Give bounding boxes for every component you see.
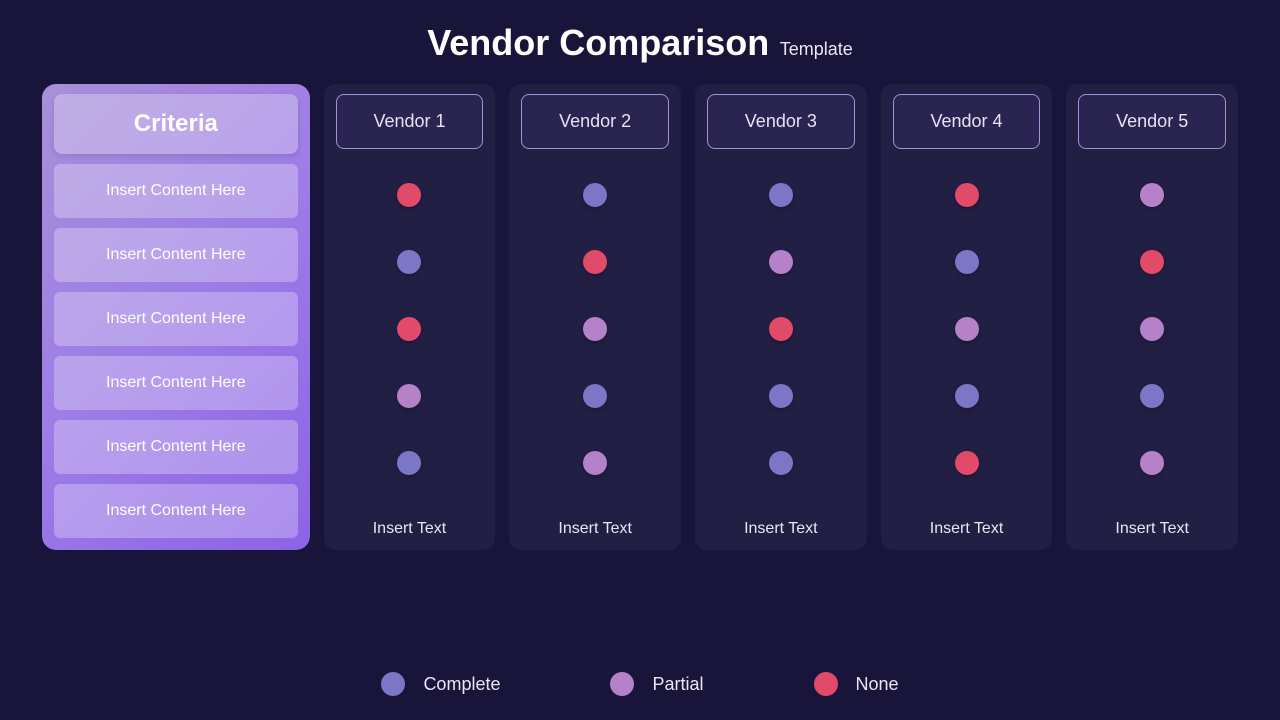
criteria-row[interactable]: Insert Content Here — [54, 228, 298, 282]
criteria-row[interactable]: Insert Content Here — [54, 164, 298, 218]
vendor-column: Vendor 3 Insert Text — [695, 84, 867, 550]
page-title: Vendor Comparison Template — [0, 0, 1280, 64]
status-dot-complete — [769, 384, 793, 408]
dot-stack — [769, 183, 793, 475]
status-dot-none — [769, 317, 793, 341]
status-dot-partial — [583, 317, 607, 341]
status-dot-complete — [769, 451, 793, 475]
vendor-header[interactable]: Vendor 2 — [521, 94, 669, 149]
status-dot-complete — [955, 384, 979, 408]
vendor-column: Vendor 4 Insert Text — [881, 84, 1053, 550]
dot-stack — [955, 183, 979, 475]
status-dot-partial — [769, 250, 793, 274]
status-dot-partial — [1140, 317, 1164, 341]
legend-label: None — [856, 674, 899, 695]
status-dot-complete — [583, 183, 607, 207]
criteria-row[interactable]: Insert Content Here — [54, 484, 298, 538]
legend-item-complete: Complete — [381, 672, 500, 696]
vendor-header[interactable]: Vendor 5 — [1078, 94, 1226, 149]
legend-dot-icon — [381, 672, 405, 696]
criteria-row[interactable]: Insert Content Here — [54, 356, 298, 410]
status-dot-none — [955, 183, 979, 207]
status-dot-complete — [769, 183, 793, 207]
status-dot-complete — [955, 250, 979, 274]
title-main: Vendor Comparison — [427, 22, 769, 63]
legend-label: Complete — [423, 674, 500, 695]
criteria-row[interactable]: Insert Content Here — [54, 420, 298, 474]
criteria-header: Criteria — [54, 94, 298, 154]
legend-label: Partial — [652, 674, 703, 695]
vendor-footer[interactable]: Insert Text — [373, 482, 447, 538]
vendor-header[interactable]: Vendor 4 — [893, 94, 1041, 149]
status-dot-partial — [1140, 183, 1164, 207]
dot-stack — [397, 183, 421, 475]
status-dot-none — [583, 250, 607, 274]
vendor-column: Vendor 2 Insert Text — [509, 84, 681, 550]
status-dot-partial — [1140, 451, 1164, 475]
legend-item-none: None — [814, 672, 899, 696]
vendor-header[interactable]: Vendor 1 — [336, 94, 484, 149]
legend-dot-icon — [814, 672, 838, 696]
legend: Complete Partial None — [0, 672, 1280, 696]
legend-item-partial: Partial — [610, 672, 703, 696]
legend-dot-icon — [610, 672, 634, 696]
status-dot-partial — [583, 451, 607, 475]
status-dot-complete — [397, 451, 421, 475]
status-dot-none — [955, 451, 979, 475]
status-dot-partial — [397, 384, 421, 408]
vendor-header[interactable]: Vendor 3 — [707, 94, 855, 149]
dot-stack — [583, 183, 607, 475]
status-dot-complete — [397, 250, 421, 274]
status-dot-complete — [583, 384, 607, 408]
vendor-footer[interactable]: Insert Text — [1115, 482, 1189, 538]
vendor-footer[interactable]: Insert Text — [744, 482, 818, 538]
status-dot-partial — [955, 317, 979, 341]
status-dot-none — [397, 183, 421, 207]
vendor-column: Vendor 5 Insert Text — [1066, 84, 1238, 550]
dot-stack — [1140, 183, 1164, 475]
vendor-footer[interactable]: Insert Text — [930, 482, 1004, 538]
vendor-footer[interactable]: Insert Text — [558, 482, 632, 538]
status-dot-complete — [1140, 384, 1164, 408]
criteria-column: Criteria Insert Content Here Insert Conte… — [42, 84, 310, 550]
status-dot-none — [1140, 250, 1164, 274]
status-dot-none — [397, 317, 421, 341]
title-sub: Template — [780, 39, 853, 59]
criteria-row[interactable]: Insert Content Here — [54, 292, 298, 346]
comparison-grid: Criteria Insert Content Here Insert Conte… — [0, 84, 1280, 550]
vendor-column: Vendor 1 Insert Text — [324, 84, 496, 550]
